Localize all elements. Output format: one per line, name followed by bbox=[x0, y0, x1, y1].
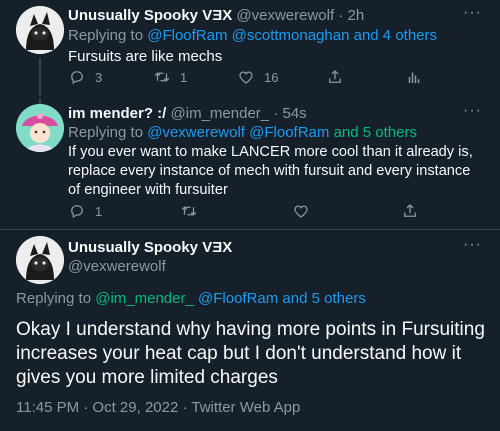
share-button[interactable] bbox=[326, 68, 344, 86]
tweet-text: Fursuits are like mechs bbox=[68, 48, 223, 65]
replying-prefix: Replying to bbox=[16, 290, 92, 307]
handle[interactable]: @vexwerewolf bbox=[236, 7, 334, 24]
handle[interactable]: @vexwerewolf bbox=[68, 257, 166, 277]
tweet-header: Unusually Spooky VƎX @vexwerewolf · 2h bbox=[68, 6, 364, 26]
timestamp[interactable]: 54s bbox=[282, 105, 306, 122]
tweet-text: If you ever want to make LANCER more coo… bbox=[68, 144, 473, 198]
timestamp[interactable]: 2h bbox=[348, 7, 365, 24]
tweet-text: Okay I understand why having more points… bbox=[16, 319, 485, 388]
share-button[interactable] bbox=[401, 202, 419, 220]
retweet-icon bbox=[181, 206, 197, 216]
separator: · bbox=[273, 105, 279, 122]
replying-users[interactable]: @FloofRam @scottmonaghan bbox=[147, 27, 349, 44]
replying-prefix: Replying to bbox=[68, 27, 144, 44]
replying-to: Replying to @vexwerewolf @FloofRam and 5… bbox=[68, 123, 417, 143]
display-name[interactable]: Unusually Spooky VƎX bbox=[68, 7, 232, 24]
retweet-icon bbox=[154, 72, 170, 82]
share-icon bbox=[329, 70, 341, 83]
like-count: 16 bbox=[264, 69, 279, 85]
display-name[interactable]: Unusually Spooky VƎX bbox=[68, 238, 232, 258]
more-icon[interactable]: ··· bbox=[463, 102, 482, 120]
analytics-icon bbox=[408, 72, 420, 83]
reply-button[interactable]: 1 bbox=[68, 202, 102, 220]
replying-users[interactable]: @vexwerewolf @FloofRam bbox=[147, 124, 329, 141]
replying-others[interactable]: and 4 others bbox=[354, 27, 437, 44]
share-icon bbox=[404, 204, 416, 217]
like-icon bbox=[294, 205, 308, 218]
tweet-header: im mender? :/ @im_mender_ · 54s bbox=[68, 104, 307, 124]
retweet-button[interactable]: 1 bbox=[153, 68, 187, 86]
replying-user-2[interactable]: @FloofRam bbox=[198, 290, 278, 307]
reply-icon bbox=[71, 71, 83, 85]
replying-to: Replying to @im_mender_ @FloofRam and 5 … bbox=[16, 289, 366, 309]
handle[interactable]: @im_mender_ bbox=[171, 105, 270, 122]
avatar[interactable] bbox=[16, 104, 64, 152]
replying-prefix: Replying to bbox=[68, 124, 144, 141]
reply-count: 3 bbox=[95, 69, 103, 85]
like-button[interactable]: 16 bbox=[237, 68, 278, 86]
thread-line bbox=[39, 58, 41, 96]
more-icon[interactable]: ··· bbox=[463, 4, 482, 22]
reply-button[interactable]: 3 bbox=[68, 68, 102, 86]
display-name[interactable]: im mender? :/ bbox=[68, 105, 166, 122]
replying-to: Replying to @FloofRam @scottmonaghan and… bbox=[68, 26, 437, 46]
avatar[interactable] bbox=[16, 236, 64, 284]
reply-count: 1 bbox=[95, 203, 103, 219]
reply-icon bbox=[71, 205, 83, 219]
like-button[interactable] bbox=[292, 202, 310, 220]
analytics-button[interactable] bbox=[405, 68, 423, 86]
retweet-button[interactable] bbox=[180, 202, 198, 220]
timestamp[interactable]: 11:45 PM · Oct 29, 2022 · Twitter Web Ap… bbox=[16, 398, 300, 418]
replying-others[interactable]: and 5 others bbox=[334, 124, 417, 141]
retweet-count: 1 bbox=[180, 69, 188, 85]
divider bbox=[0, 229, 500, 230]
replying-others[interactable]: and 5 others bbox=[282, 290, 365, 307]
avatar[interactable] bbox=[16, 6, 64, 54]
like-icon bbox=[239, 71, 253, 84]
more-icon[interactable]: ··· bbox=[463, 236, 482, 254]
separator: · bbox=[338, 7, 344, 24]
replying-user-1[interactable]: @im_mender_ bbox=[95, 290, 194, 307]
